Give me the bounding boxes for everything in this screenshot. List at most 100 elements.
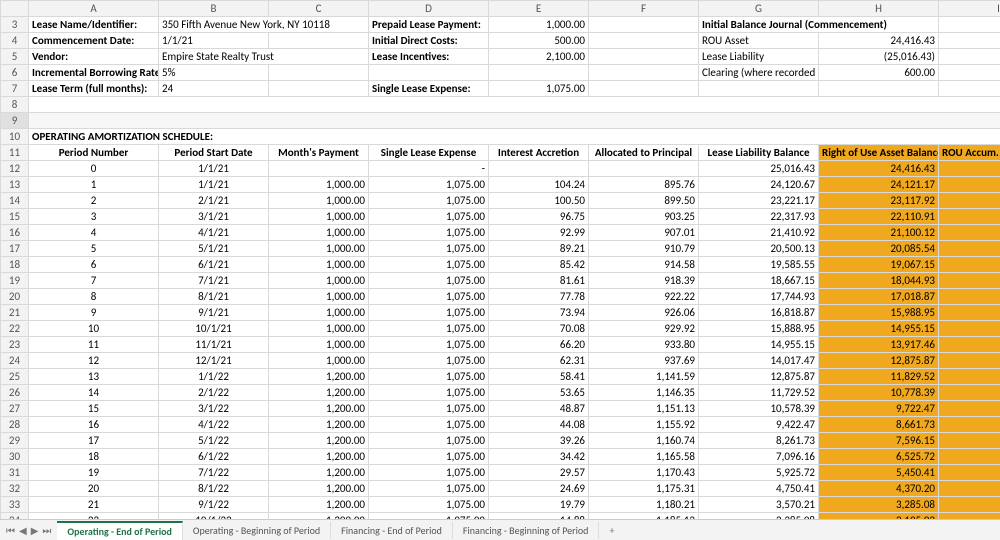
col-E[interactable]: E <box>489 1 589 17</box>
cell[interactable]: 5% <box>159 65 269 81</box>
cell[interactable]: 1,000.00 <box>269 241 369 257</box>
cell[interactable]: 21,100.12 <box>819 225 939 241</box>
cell[interactable]: 12,875.87 <box>699 369 819 385</box>
cell[interactable]: 907.01 <box>589 225 699 241</box>
cell[interactable]: 1/1/21 <box>159 161 269 177</box>
cell[interactable]: 1,075.00 <box>369 257 489 273</box>
cell[interactable]: 11,829.52 <box>819 369 939 385</box>
cell[interactable]: 4,750.41 <box>699 481 819 497</box>
cell[interactable]: 1/1/21 <box>159 33 269 49</box>
cell[interactable]: 910.79 <box>589 241 699 257</box>
row-14[interactable]: 14 <box>1 193 29 209</box>
cell[interactable]: 1/1/22 <box>159 369 269 385</box>
cell[interactable]: 10,778.39 <box>819 385 939 401</box>
cell[interactable]: 15 <box>29 401 159 417</box>
cell[interactable]: Commencement Date: <box>29 33 159 49</box>
cell[interactable]: 15,888.95 <box>699 321 819 337</box>
cell[interactable]: 970.76 <box>939 177 1000 193</box>
grid[interactable]: A B C D E F G H I 3 Lease Name/Identifie… <box>0 0 1000 520</box>
cell[interactable]: 974.50 <box>939 193 1000 209</box>
cell[interactable]: 1,001.06 <box>939 305 1000 321</box>
row-13[interactable]: 13 <box>1 177 29 193</box>
tab-last-icon[interactable]: ⏭ <box>42 524 51 537</box>
row-25[interactable]: 25 <box>1 369 29 385</box>
cell[interactable]: 70.08 <box>489 321 589 337</box>
cell[interactable]: 1,075.00 <box>369 401 489 417</box>
col-F[interactable]: F <box>589 1 699 17</box>
hdr-int[interactable]: Interest Accretion <box>489 145 589 161</box>
cell[interactable]: 2/1/21 <box>159 193 269 209</box>
row-3[interactable]: 3 <box>1 17 29 33</box>
cell[interactable]: 1,000.00 <box>269 225 369 241</box>
row-18[interactable]: 18 <box>1 257 29 273</box>
cell[interactable]: 1,075.00 <box>369 273 489 289</box>
hdr-bal[interactable]: Lease Liability Balance <box>699 145 819 161</box>
cell[interactable]: 15,988.95 <box>819 305 939 321</box>
row-32[interactable]: 32 <box>1 481 29 497</box>
cell[interactable]: 12 <box>29 353 159 369</box>
cell[interactable]: 62.31 <box>489 353 589 369</box>
cell[interactable]: 17 <box>29 433 159 449</box>
cell[interactable]: 1,050.31 <box>939 481 1000 497</box>
cell[interactable]: Lease Liability <box>699 49 819 65</box>
cell[interactable]: 937.69 <box>589 353 699 369</box>
cell[interactable]: 2 <box>29 193 159 209</box>
cell[interactable]: 1,151.13 <box>589 401 699 417</box>
col-A[interactable]: A <box>29 1 159 17</box>
cell[interactable]: 39.26 <box>489 433 589 449</box>
cell[interactable]: 1,075.00 <box>369 305 489 321</box>
cell[interactable]: 53.65 <box>489 385 589 401</box>
cell[interactable]: 1,012.69 <box>939 353 1000 369</box>
cell[interactable]: 5,925.72 <box>699 465 819 481</box>
cell[interactable]: 899.50 <box>589 193 699 209</box>
cell[interactable]: 1,200.00 <box>269 433 369 449</box>
cell[interactable]: 9 <box>29 305 159 321</box>
cell[interactable]: 1,000.00 <box>269 337 369 353</box>
cell[interactable]: 1,000.00 <box>269 353 369 369</box>
cell[interactable]: 89.21 <box>489 241 589 257</box>
cell[interactable]: - <box>369 161 489 177</box>
hdr-princ[interactable]: Allocated to Principal <box>589 145 699 161</box>
tab-add[interactable]: + <box>599 522 624 539</box>
cell[interactable]: 1,075.00 <box>369 337 489 353</box>
row-10[interactable]: 10 <box>1 129 29 145</box>
hdr-sle[interactable]: Single Lease Expense <box>369 145 489 161</box>
cell[interactable]: Empire State Realty Trust <box>159 49 369 65</box>
cell[interactable]: 8,661.73 <box>819 417 939 433</box>
cell[interactable]: 8 <box>29 289 159 305</box>
tab-prev-icon[interactable]: ◀ <box>19 524 27 537</box>
row-8[interactable]: 8 <box>1 97 29 113</box>
cell[interactable]: 9/1/21 <box>159 305 269 321</box>
cell[interactable]: 44.08 <box>489 417 589 433</box>
tab-first-icon[interactable]: ⏮ <box>6 524 15 537</box>
cell[interactable]: 600.00 <box>819 65 939 81</box>
cell[interactable]: 500.00 <box>489 33 589 49</box>
row-29[interactable]: 29 <box>1 433 29 449</box>
cell[interactable]: 1,026.13 <box>939 401 1000 417</box>
cell[interactable]: 1,075.00 <box>369 353 489 369</box>
cell[interactable]: 20,085.54 <box>819 241 939 257</box>
row-19[interactable]: 19 <box>1 273 29 289</box>
cell[interactable]: 1,200.00 <box>269 481 369 497</box>
row-9[interactable]: 9 <box>1 113 29 129</box>
cell[interactable]: 8,261.73 <box>699 433 819 449</box>
cell[interactable]: 1,000.00 <box>269 305 369 321</box>
cell[interactable]: 5 <box>29 241 159 257</box>
cell[interactable]: 1,000.00 <box>269 177 369 193</box>
cell[interactable]: 5,450.41 <box>819 465 939 481</box>
cell[interactable]: 48.87 <box>489 401 589 417</box>
cell[interactable]: 1,200.00 <box>269 385 369 401</box>
cell[interactable]: 926.06 <box>589 305 699 321</box>
cell[interactable]: 81.61 <box>489 273 589 289</box>
cell[interactable]: 6/1/21 <box>159 257 269 273</box>
hdr-pay[interactable]: Month's Payment <box>269 145 369 161</box>
cell[interactable] <box>269 161 369 177</box>
cell[interactable]: 997.22 <box>939 289 1000 305</box>
cell[interactable]: 1,075.00 <box>369 385 489 401</box>
cell[interactable]: 16,818.87 <box>699 305 819 321</box>
cell[interactable]: 1,055.21 <box>939 497 1000 513</box>
cell[interactable]: 1,165.58 <box>589 449 699 465</box>
cell[interactable]: 19,067.15 <box>819 257 939 273</box>
cell[interactable]: 933.80 <box>589 337 699 353</box>
col-I[interactable]: I <box>939 1 1000 17</box>
